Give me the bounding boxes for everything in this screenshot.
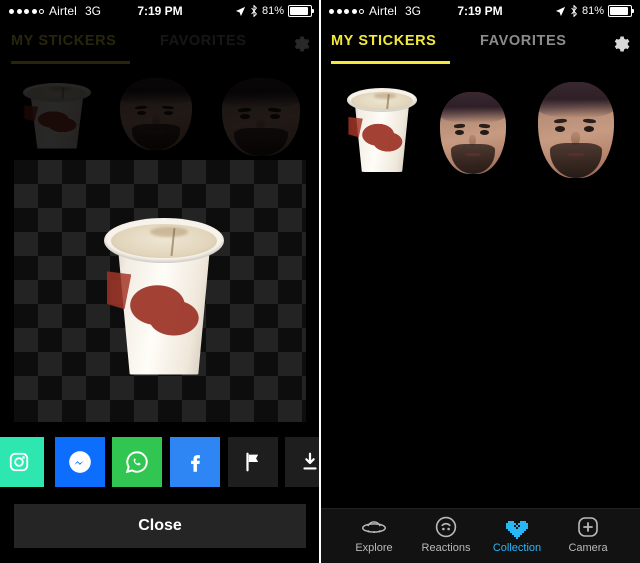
sticker-thumbnail-strip bbox=[0, 70, 320, 156]
tab-camera-label: Camera bbox=[568, 542, 608, 554]
gear-icon[interactable] bbox=[610, 34, 630, 54]
tab-camera[interactable]: Camera bbox=[548, 513, 628, 554]
plus-square-icon bbox=[576, 513, 600, 539]
tab-explore[interactable]: Explore bbox=[334, 513, 414, 554]
download-icon bbox=[303, 452, 317, 470]
thumbnail-face-2[interactable] bbox=[222, 78, 300, 156]
sticker-paper-cup[interactable] bbox=[342, 82, 422, 174]
messenger-icon bbox=[69, 451, 91, 473]
status-bar: Airtel 3G 7:19 PM 81% bbox=[320, 0, 640, 22]
pixel-heart-icon bbox=[506, 513, 528, 539]
clock-label: 7:19 PM bbox=[137, 4, 183, 18]
active-tab-indicator bbox=[331, 61, 450, 64]
thumbnail-face-1[interactable] bbox=[120, 78, 192, 150]
flag-icon bbox=[246, 452, 259, 472]
tab-reactions-label: Reactions bbox=[421, 542, 471, 554]
sticker-face-1[interactable] bbox=[440, 82, 506, 174]
left-tabs-bar: MY STICKERS FAVORITES bbox=[0, 22, 320, 70]
active-tab-indicator bbox=[11, 61, 130, 64]
right-tabs-bar: MY STICKERS FAVORITES bbox=[320, 22, 640, 70]
panel-divider bbox=[319, 0, 321, 563]
tab-favorites[interactable]: FAVORITES bbox=[160, 33, 247, 49]
app-screenshot: Airtel 3G 7:19 PM 81% MY STICKERS FAVORI… bbox=[0, 0, 640, 563]
smiley-icon bbox=[434, 513, 458, 539]
bottom-tab-bar: Explore Reactions Collection Camera bbox=[320, 508, 640, 563]
download-sticker-button[interactable] bbox=[285, 437, 320, 487]
facebook-icon bbox=[191, 455, 200, 472]
sticker-preview bbox=[14, 160, 306, 422]
status-bar: Airtel 3G 7:19 PM 81% bbox=[0, 0, 320, 22]
tab-my-stickers[interactable]: MY STICKERS bbox=[331, 33, 436, 49]
right-phone-screen: Airtel 3G 7:19 PM 81% MY STICKERS FAVORI… bbox=[320, 0, 640, 563]
tab-favorites[interactable]: FAVORITES bbox=[480, 33, 567, 49]
preview-sticker-image bbox=[96, 206, 232, 378]
gear-icon[interactable] bbox=[290, 34, 310, 54]
tab-reactions[interactable]: Reactions bbox=[406, 513, 486, 554]
share-whatsapp-button[interactable] bbox=[112, 437, 162, 487]
tab-collection[interactable]: Collection bbox=[477, 513, 557, 554]
whatsapp-icon bbox=[125, 451, 148, 474]
clock-label: 7:19 PM bbox=[457, 4, 503, 18]
instagram-icon bbox=[9, 452, 29, 472]
thumbnail-paper-cup[interactable] bbox=[18, 78, 96, 150]
ufo-icon bbox=[359, 513, 389, 539]
share-facebook-button[interactable] bbox=[170, 437, 220, 487]
share-messenger-button[interactable] bbox=[55, 437, 105, 487]
tab-collection-label: Collection bbox=[492, 542, 542, 554]
sticker-face-2[interactable] bbox=[538, 82, 614, 178]
left-phone-screen: Airtel 3G 7:19 PM 81% MY STICKERS FAVORI… bbox=[0, 0, 320, 563]
share-button-row bbox=[0, 437, 320, 487]
tab-my-stickers[interactable]: MY STICKERS bbox=[11, 33, 116, 49]
tab-explore-label: Explore bbox=[355, 542, 393, 554]
report-sticker-button[interactable] bbox=[228, 437, 278, 487]
battery-icon bbox=[608, 5, 634, 17]
battery-icon bbox=[288, 5, 314, 17]
close-button[interactable]: Close bbox=[14, 504, 306, 548]
sticker-collection-grid bbox=[320, 70, 640, 500]
share-instagram-button[interactable] bbox=[0, 437, 44, 487]
